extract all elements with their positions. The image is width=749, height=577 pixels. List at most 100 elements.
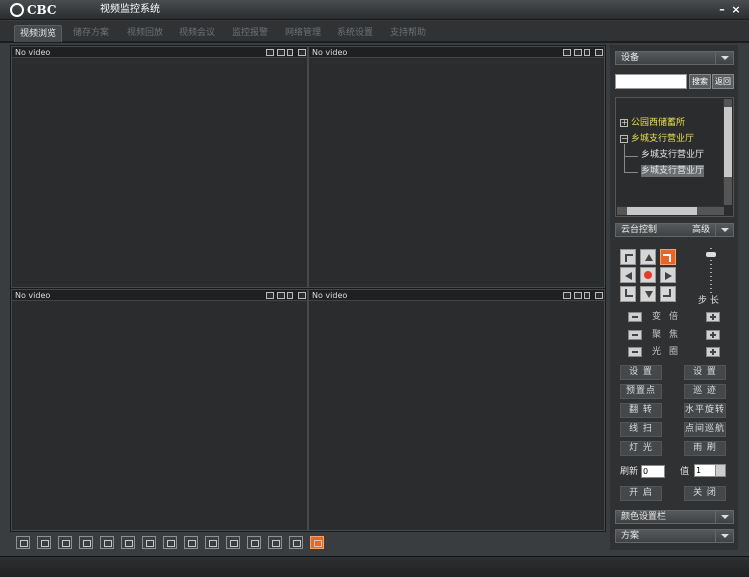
iris-plus-button[interactable]: [706, 347, 720, 357]
ptz-right-icon[interactable]: [660, 267, 676, 283]
tree-node-branch[interactable]: 乡城支行营业厅: [631, 133, 694, 145]
tab-video-meeting[interactable]: 视频会议: [172, 25, 222, 42]
chevron-down-icon: [715, 465, 725, 476]
slider-knob[interactable]: [706, 252, 716, 257]
tab-alarm[interactable]: 监控报警: [225, 25, 275, 42]
tab-system-settings[interactable]: 系统设置: [330, 25, 380, 42]
tree-vertical-scrollbar[interactable]: [723, 99, 732, 205]
layout-13-icon[interactable]: [205, 536, 219, 549]
tab-storage-plan[interactable]: 储存方案: [66, 25, 116, 42]
ptz-left-icon[interactable]: [620, 267, 636, 283]
layout-multi-icon[interactable]: [16, 536, 30, 549]
tree-node-camera-1[interactable]: 乡城支行营业厅: [641, 149, 704, 161]
refresh-input[interactable]: 0: [641, 465, 665, 478]
layout-10-icon[interactable]: [163, 536, 177, 549]
video-pane-4[interactable]: No video: [308, 289, 605, 531]
ptz-speed-slider[interactable]: [706, 248, 716, 294]
wiper-button[interactable]: 雨 刷: [684, 441, 726, 456]
layout-1-icon[interactable]: [58, 536, 72, 549]
device-dropdown[interactable]: 设备: [615, 51, 734, 65]
open-button[interactable]: 开 启: [620, 486, 662, 501]
cbc-logo: CBC: [10, 2, 70, 18]
close-pane-icon[interactable]: [595, 292, 603, 299]
video-pane-1[interactable]: No video: [11, 46, 308, 288]
layout-36-icon[interactable]: [247, 536, 261, 549]
pane-header: No video: [309, 47, 604, 58]
close-device-button[interactable]: 关 闭: [684, 486, 726, 501]
record-icon[interactable]: [574, 292, 582, 299]
ptz-up-icon[interactable]: [640, 249, 656, 265]
audio-icon[interactable]: [584, 292, 590, 299]
stop-all-icon[interactable]: [310, 536, 324, 549]
device-search-input[interactable]: [615, 74, 687, 89]
layout-4-icon[interactable]: [79, 536, 93, 549]
ptz-advanced-label[interactable]: 高级: [692, 224, 710, 236]
horizontal-rotate-button[interactable]: 水平旋转: [684, 403, 726, 418]
settings-button-left[interactable]: 设 置: [620, 365, 662, 380]
value-select[interactable]: 1: [694, 464, 726, 477]
audio-icon[interactable]: [287, 49, 293, 56]
video-pane-2[interactable]: No video: [308, 46, 605, 288]
scroll-thumb[interactable]: [627, 207, 697, 215]
ptz-label: 云台控制: [621, 225, 658, 235]
layout-25-icon[interactable]: [226, 536, 240, 549]
collapse-icon[interactable]: −: [620, 135, 628, 143]
ptz-center-icon[interactable]: [640, 267, 656, 283]
zoom-minus-button[interactable]: [628, 312, 642, 322]
ptz-down-icon[interactable]: [640, 286, 656, 302]
ptz-down-left-icon[interactable]: [620, 286, 636, 302]
layout-6-icon[interactable]: [100, 536, 114, 549]
fullscreen-icon[interactable]: [37, 536, 51, 549]
tab-network[interactable]: 网络管理: [278, 25, 328, 42]
tree-node-camera-2[interactable]: 乡城支行营业厅: [641, 165, 705, 177]
tab-help[interactable]: 支持帮助: [383, 25, 433, 42]
pane-label: No video: [15, 291, 51, 300]
flip-button[interactable]: 翻 转: [620, 403, 662, 418]
scheme-dropdown[interactable]: 方案: [615, 529, 734, 543]
settings-button-right[interactable]: 设 置: [684, 365, 726, 380]
search-button[interactable]: 搜索: [689, 74, 711, 89]
snapshot-icon[interactable]: [563, 49, 571, 56]
layout-9-icon[interactable]: [142, 536, 156, 549]
close-button[interactable]: ×: [729, 2, 743, 17]
line-scan-button[interactable]: 线 扫: [620, 422, 662, 437]
ptz-up-left-icon[interactable]: [620, 249, 636, 265]
iris-minus-button[interactable]: [628, 347, 642, 357]
ptz-control-dropdown[interactable]: 云台控制 高级: [615, 223, 734, 237]
zoom-plus-button[interactable]: [706, 312, 720, 322]
audio-icon[interactable]: [287, 292, 293, 299]
minimize-button[interactable]: –: [715, 2, 729, 17]
expand-icon[interactable]: +: [620, 119, 628, 127]
close-pane-icon[interactable]: [298, 49, 306, 56]
record-icon[interactable]: [574, 49, 582, 56]
tree-node-park-west[interactable]: 公园西储蓄所: [631, 117, 685, 129]
tab-video-browse[interactable]: 视频浏览: [14, 25, 62, 42]
focus-minus-button[interactable]: [628, 330, 642, 340]
close-pane-icon[interactable]: [595, 49, 603, 56]
video-pane-3[interactable]: No video: [11, 289, 308, 531]
tree-horizontal-scrollbar[interactable]: [617, 206, 724, 215]
patrol-track-button[interactable]: 巡 迹: [684, 384, 726, 399]
snapshot-icon[interactable]: [563, 292, 571, 299]
back-button[interactable]: 返回: [712, 74, 734, 89]
snapshot-icon[interactable]: [266, 49, 274, 56]
point-cruise-button[interactable]: 点间巡航: [684, 422, 726, 437]
light-button[interactable]: 灯 光: [620, 441, 662, 456]
close-pane-icon[interactable]: [298, 292, 306, 299]
snapshot-all-icon[interactable]: [289, 536, 303, 549]
ptz-down-right-icon[interactable]: [660, 286, 676, 302]
focus-plus-button[interactable]: [706, 330, 720, 340]
preset-button[interactable]: 预置点: [620, 384, 662, 399]
snapshot-icon[interactable]: [266, 292, 274, 299]
ptz-up-right-icon[interactable]: [660, 249, 676, 265]
layout-switch-icon[interactable]: [268, 536, 282, 549]
record-icon[interactable]: [277, 292, 285, 299]
record-icon[interactable]: [277, 49, 285, 56]
pane-header: No video: [309, 290, 604, 301]
scroll-thumb[interactable]: [724, 107, 732, 177]
tab-video-playback[interactable]: 视频回放: [120, 25, 170, 42]
layout-16-icon[interactable]: [184, 536, 198, 549]
layout-8-icon[interactable]: [121, 536, 135, 549]
color-settings-dropdown[interactable]: 颜色设置栏: [615, 510, 734, 524]
audio-icon[interactable]: [584, 49, 590, 56]
